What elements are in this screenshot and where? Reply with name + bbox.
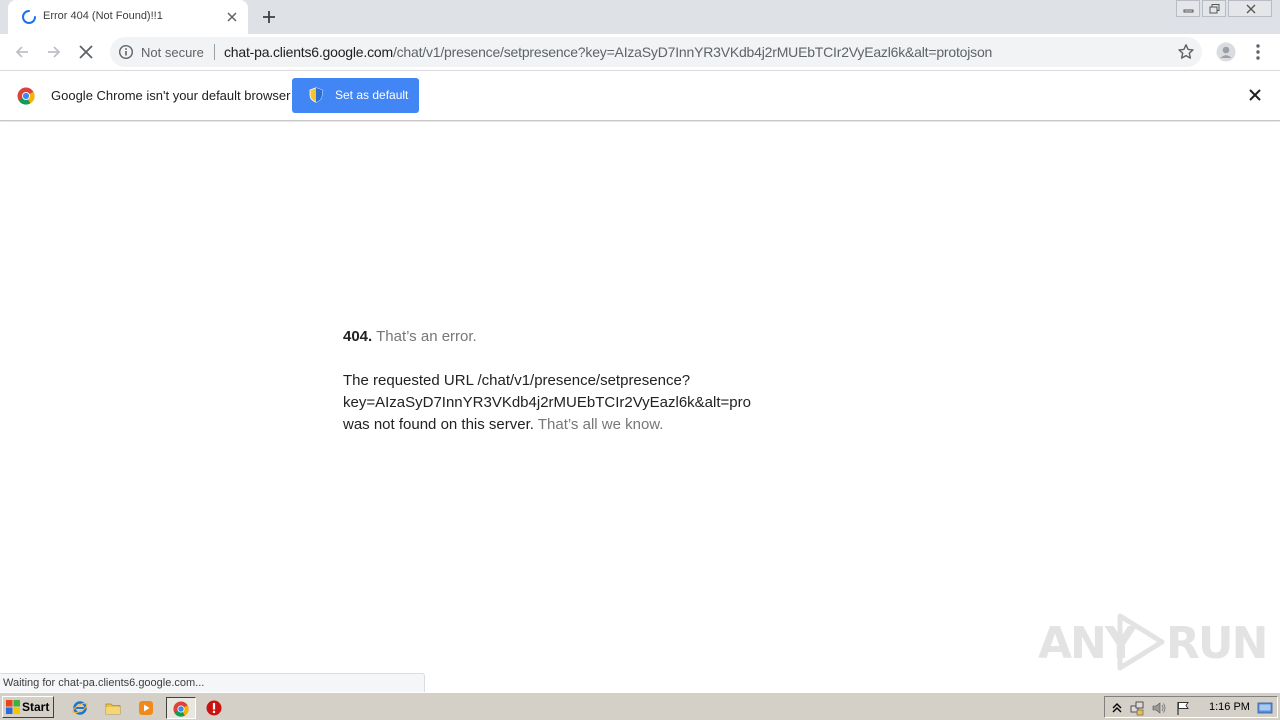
stop-loading-icon[interactable] — [76, 42, 96, 62]
set-as-default-button[interactable]: Set as default — [292, 78, 419, 113]
clock[interactable]: 1:16 PM — [1209, 701, 1250, 713]
error-line-2: key=AIzaSyD7InnYR3VKdb4j2rMUEbTCIr2VyEaz… — [343, 394, 751, 411]
network-icon[interactable] — [1129, 700, 1145, 716]
tab-title: Error 404 (Not Found)!!1 — [43, 10, 163, 22]
url-text[interactable]: chat-pa.clients6.google.com/chat/v1/pres… — [224, 44, 992, 60]
error-code: 404. — [343, 328, 373, 345]
default-browser-infobar: Google Chrome isn't your default browser… — [0, 70, 1280, 121]
stop-sign-icon — [206, 700, 222, 716]
windows-logo-icon — [6, 700, 20, 714]
error-heading: 404. That’s an error. — [343, 326, 743, 348]
error-tagline: That’s an error. — [376, 328, 477, 345]
tab-close-icon[interactable] — [224, 9, 240, 25]
more-options-icon[interactable] — [1252, 42, 1264, 62]
error-message-block: 404. That’s an error. The requested URL … — [343, 326, 751, 436]
minimize-button[interactable] — [1176, 0, 1200, 17]
loading-spinner-icon — [22, 10, 36, 24]
profile-avatar-icon[interactable] — [1216, 42, 1236, 62]
error-description: The requested URL /chat/v1/presence/setp… — [343, 370, 751, 436]
window-close-icon — [1246, 4, 1256, 14]
status-bubble: Waiting for chat-pa.clients6.google.com.… — [0, 673, 425, 692]
chrome-logo-icon — [17, 87, 35, 105]
back-icon[interactable] — [12, 42, 32, 62]
restore-icon — [1209, 4, 1220, 14]
show-desktop-icon[interactable] — [1257, 700, 1273, 716]
active-tab[interactable]: Error 404 (Not Found)!!1 — [8, 0, 248, 34]
forward-icon[interactable] — [44, 42, 64, 62]
taskbar-media-player-button[interactable] — [134, 697, 158, 719]
screen: Error 404 (Not Found)!!1 Not secure chat… — [0, 0, 1280, 720]
watermark-right-text: RUN — [1166, 618, 1268, 669]
taskbar-explorer-button[interactable] — [101, 697, 125, 719]
restore-button[interactable] — [1202, 0, 1226, 17]
security-label[interactable]: Not secure — [141, 45, 204, 60]
error-tail: That’s all we know. — [537, 416, 664, 433]
set-as-default-label: Set as default — [335, 88, 409, 102]
url-separator — [214, 44, 215, 60]
infobar-close-icon[interactable] — [1248, 88, 1262, 102]
action-center-flag-icon[interactable] — [1175, 700, 1191, 716]
system-tray: 1:16 PM — [1104, 696, 1278, 718]
window-controls — [1174, 0, 1272, 18]
folder-icon — [105, 703, 121, 715]
anyrun-watermark: ANY RUN — [1038, 610, 1268, 674]
show-hidden-icons-icon[interactable] — [1109, 700, 1125, 716]
error-line-3: was not found on this server. That’s all… — [343, 414, 743, 436]
url-path: /chat/v1/presence/setpresence?key=AIzaSy… — [392, 44, 993, 60]
uac-shield-icon — [309, 87, 323, 103]
start-label: Start — [22, 700, 50, 714]
volume-icon[interactable] — [1151, 700, 1167, 716]
internet-explorer-icon — [72, 701, 88, 715]
info-icon[interactable] — [118, 44, 134, 60]
toolbar: Not secure chat-pa.clients6.google.com/c… — [0, 34, 1280, 70]
minimize-icon — [1183, 9, 1194, 13]
address-bar[interactable]: Not secure chat-pa.clients6.google.com/c… — [110, 37, 1202, 67]
window-close-button[interactable] — [1228, 0, 1272, 17]
watermark-play-icon — [1117, 613, 1165, 671]
taskbar: Start 1:16 PM — [0, 692, 1280, 720]
bookmark-star-icon[interactable] — [1177, 43, 1195, 61]
start-button[interactable]: Start — [2, 696, 54, 718]
error-not-found: was not found on this server. — [343, 416, 534, 433]
error-line-1: The requested URL /chat/v1/presence/setp… — [343, 372, 691, 389]
tab-strip: Error 404 (Not Found)!!1 — [0, 0, 1280, 34]
page-content: 404. That’s an error. The requested URL … — [0, 122, 1280, 692]
url-host: chat-pa.clients6.google.com — [224, 44, 393, 60]
new-tab-icon[interactable] — [260, 8, 278, 26]
taskbar-chrome-button[interactable] — [166, 697, 196, 719]
infobar-message: Google Chrome isn't your default browser — [51, 88, 291, 103]
media-player-icon — [139, 701, 153, 715]
chrome-taskbar-icon — [173, 701, 189, 717]
status-text: Waiting for chat-pa.clients6.google.com.… — [3, 677, 205, 689]
taskbar-ie-button[interactable] — [68, 697, 92, 719]
taskbar-security-app-button[interactable] — [202, 697, 226, 719]
